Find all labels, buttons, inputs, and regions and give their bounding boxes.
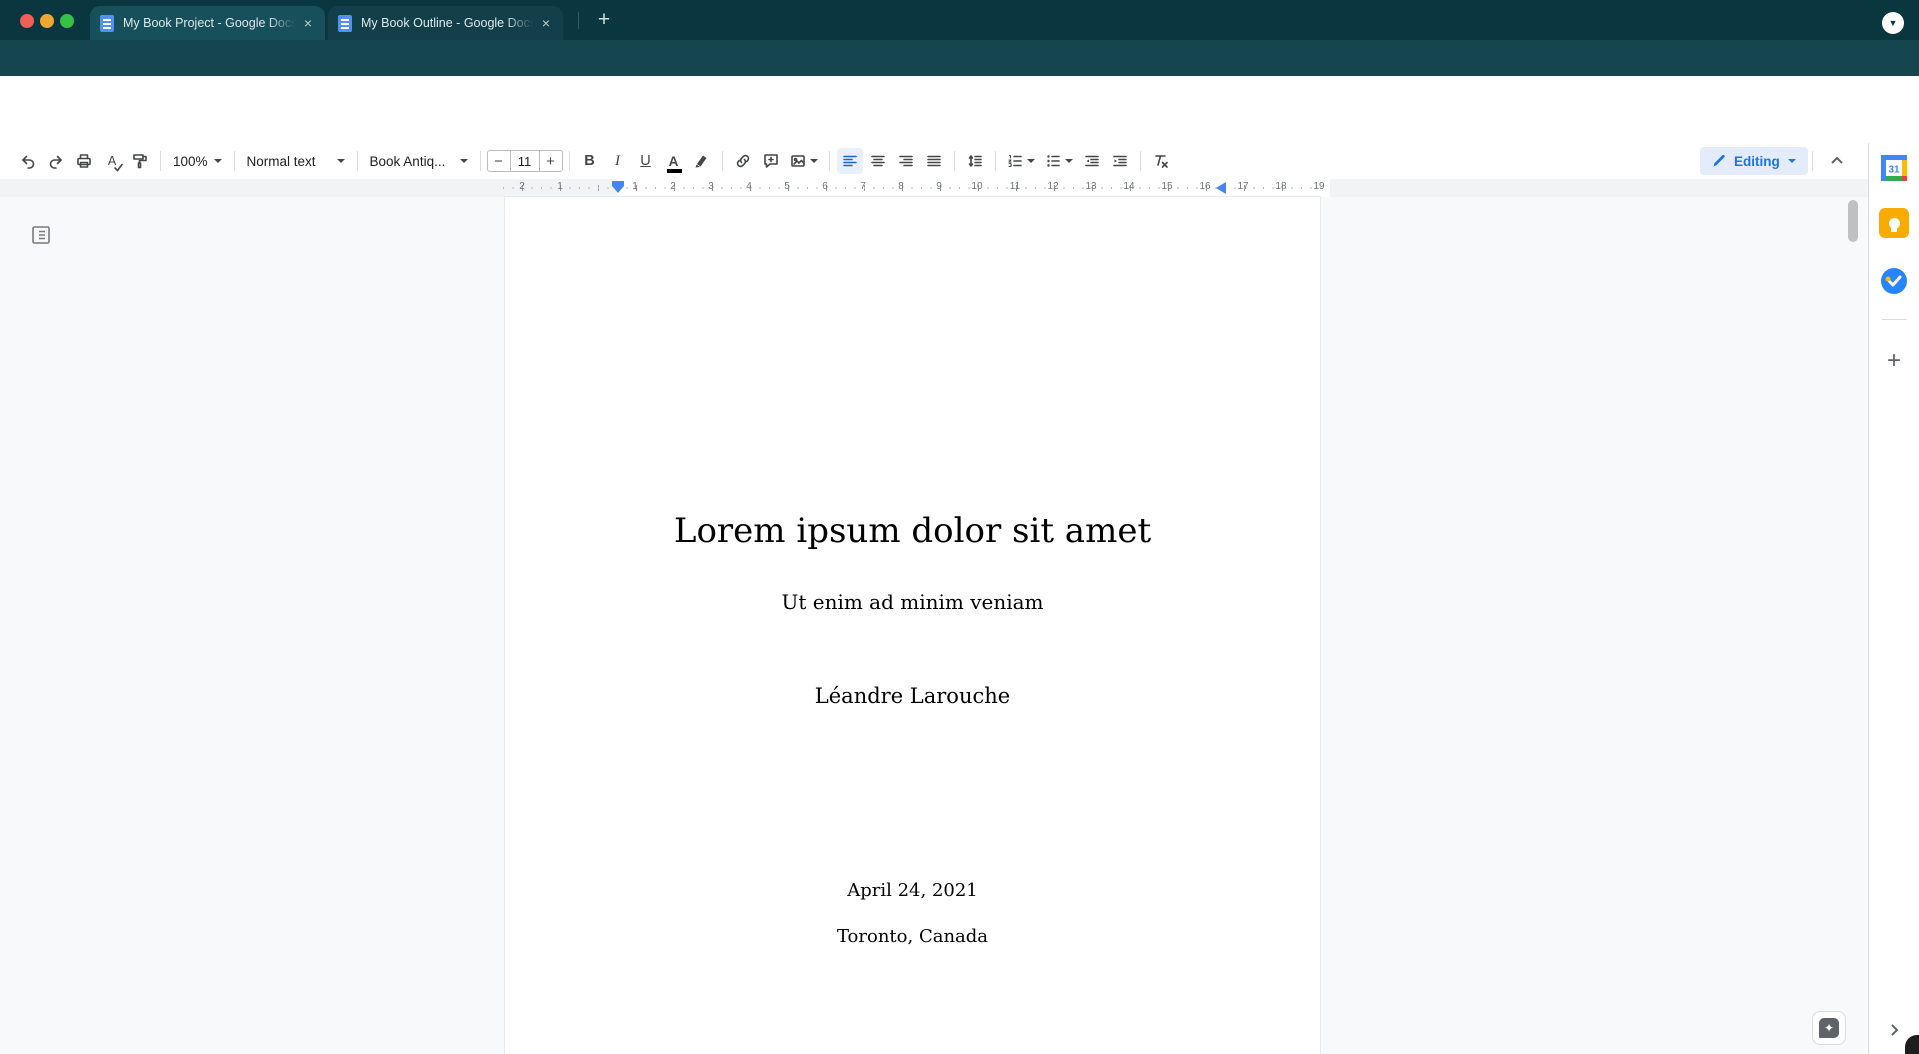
vertical-scrollbar[interactable] — [1848, 200, 1858, 242]
font-size-control: − 11 + — [487, 150, 563, 172]
print-icon[interactable] — [71, 148, 97, 174]
paragraph-style-select[interactable]: Normal text — [241, 148, 351, 174]
italic-button[interactable]: I — [605, 148, 631, 174]
ruler-number: 9 — [933, 181, 945, 192]
macos-close-button[interactable] — [20, 14, 34, 28]
doc-text-author[interactable]: Léandre Larouche — [505, 684, 1320, 708]
explore-button[interactable]: ✦ — [1812, 1011, 1846, 1045]
ruler-number: 3 — [705, 181, 717, 192]
collapse-panel-chevron-icon[interactable] — [1879, 1015, 1909, 1045]
ruler-number: 2 — [516, 181, 528, 192]
tab-title: My Book Project - Google Docs — [123, 16, 299, 30]
doc-text-location[interactable]: Toronto, Canada — [505, 926, 1320, 947]
browser-url-bar: docs.google.com/document/d/1jwDCFxIxW4G-… — [0, 40, 1919, 76]
tab-close-icon[interactable]: × — [299, 15, 317, 31]
ruler-margin-numbers: 21 — [516, 181, 566, 192]
numbered-list-icon[interactable] — [1003, 148, 1039, 174]
increase-indent-icon[interactable] — [1107, 148, 1133, 174]
hide-menus-icon[interactable] — [1824, 148, 1850, 174]
keep-icon[interactable] — [1879, 208, 1909, 238]
align-right-button[interactable] — [893, 148, 919, 174]
google-side-panel: 31 + — [1868, 143, 1919, 1054]
horizontal-ruler[interactable]: 21 12345678910111213141516171819 — [0, 179, 1868, 197]
ruler-number: 10 — [971, 181, 983, 192]
ruler-number: 2 — [667, 181, 679, 192]
browser-tab-bar: My Book Project - Google Docs × My Book … — [0, 0, 1919, 40]
docs-header: My Book Project ☆ FileEditViewInsertForm… — [0, 76, 1919, 143]
show-outline-icon[interactable] — [30, 224, 52, 246]
tab-search-chevron-icon[interactable]: ▼ — [1882, 12, 1904, 34]
ruler-number: 6 — [819, 181, 831, 192]
mode-label: Editing — [1734, 154, 1780, 169]
font-select[interactable]: Book Antiq... — [364, 148, 474, 174]
macos-minimize-button[interactable] — [40, 14, 54, 28]
tab-close-icon[interactable]: × — [537, 15, 555, 31]
insert-image-icon[interactable] — [786, 148, 822, 174]
align-center-button[interactable] — [865, 148, 891, 174]
document-page[interactable]: Lorem ipsum dolor sit amet Ut enim ad mi… — [505, 197, 1320, 1054]
ruler-number: 17 — [1237, 181, 1249, 192]
font-size-value[interactable]: 11 — [510, 151, 540, 171]
svg-text:31: 31 — [1888, 165, 1900, 176]
zoom-select[interactable]: 100% — [167, 148, 228, 174]
redo-icon[interactable] — [43, 148, 69, 174]
doc-text-date[interactable]: April 24, 2021 — [505, 880, 1320, 901]
tab-title: My Book Outline - Google Docs — [361, 16, 537, 30]
tasks-icon[interactable] — [1879, 266, 1909, 296]
ruler-number: 5 — [781, 181, 793, 192]
doc-text-title[interactable]: Lorem ipsum dolor sit amet — [505, 511, 1320, 551]
ruler-number: 12 — [1047, 181, 1059, 192]
calendar-icon[interactable]: 31 — [1879, 153, 1909, 183]
highlight-color-icon[interactable] — [689, 148, 715, 174]
paint-format-icon[interactable] — [127, 148, 153, 174]
get-addons-button[interactable]: + — [1879, 346, 1909, 376]
ruler-number: 19 — [1313, 181, 1325, 192]
ruler-number: 15 — [1161, 181, 1173, 192]
increase-font-size-icon[interactable]: + — [540, 151, 562, 171]
left-indent-marker[interactable] — [612, 181, 624, 186]
explore-icon: ✦ — [1819, 1018, 1839, 1038]
ruler-number: 1 — [554, 181, 566, 192]
tab-strip: My Book Project - Google Docs × My Book … — [90, 6, 566, 40]
bulleted-list-icon[interactable] — [1041, 148, 1077, 174]
ruler-number: 7 — [857, 181, 869, 192]
new-tab-button[interactable]: + — [590, 6, 618, 34]
ruler-number: 4 — [743, 181, 755, 192]
align-left-button[interactable] — [837, 148, 863, 174]
ruler-number: 16 — [1199, 181, 1211, 192]
side-panel-divider — [1882, 319, 1907, 320]
line-spacing-icon[interactable] — [962, 148, 988, 174]
mode-select[interactable]: Editing — [1700, 147, 1808, 175]
add-comment-icon[interactable] — [758, 148, 784, 174]
text-color-button[interactable]: A — [661, 148, 687, 174]
bold-button[interactable]: B — [577, 148, 603, 174]
decrease-indent-icon[interactable] — [1079, 148, 1105, 174]
ruler-number: 1 — [629, 181, 641, 192]
clear-formatting-icon[interactable] — [1148, 148, 1174, 174]
doc-text-subtitle[interactable]: Ut enim ad minim veniam — [505, 590, 1320, 614]
browser-tab[interactable]: My Book Project - Google Docs × — [90, 6, 325, 40]
ruler-number: 13 — [1085, 181, 1097, 192]
underline-button[interactable]: U — [633, 148, 659, 174]
ruler-number: 18 — [1275, 181, 1287, 192]
decrease-font-size-icon[interactable]: − — [488, 151, 510, 171]
document-area: Lorem ipsum dolor sit amet Ut enim ad mi… — [0, 197, 1868, 1054]
ruler-number: 8 — [895, 181, 907, 192]
ruler-number: 11 — [1009, 181, 1021, 192]
tab-divider — [578, 12, 579, 29]
undo-icon[interactable] — [15, 148, 41, 174]
macos-fullscreen-button[interactable] — [60, 14, 74, 28]
pencil-icon — [1712, 154, 1726, 168]
right-indent-marker[interactable] — [1216, 182, 1226, 194]
docs-favicon — [338, 15, 352, 32]
spellcheck-icon[interactable]: A — [99, 148, 125, 174]
align-justify-button[interactable] — [921, 148, 947, 174]
browser-tab[interactable]: My Book Outline - Google Docs × — [328, 6, 563, 40]
insert-link-icon[interactable] — [730, 148, 756, 174]
ruler-number: 14 — [1123, 181, 1135, 192]
docs-favicon — [100, 15, 114, 32]
formatting-toolbar: A 100% Normal text Book Antiq... − 11 + … — [0, 143, 1868, 179]
